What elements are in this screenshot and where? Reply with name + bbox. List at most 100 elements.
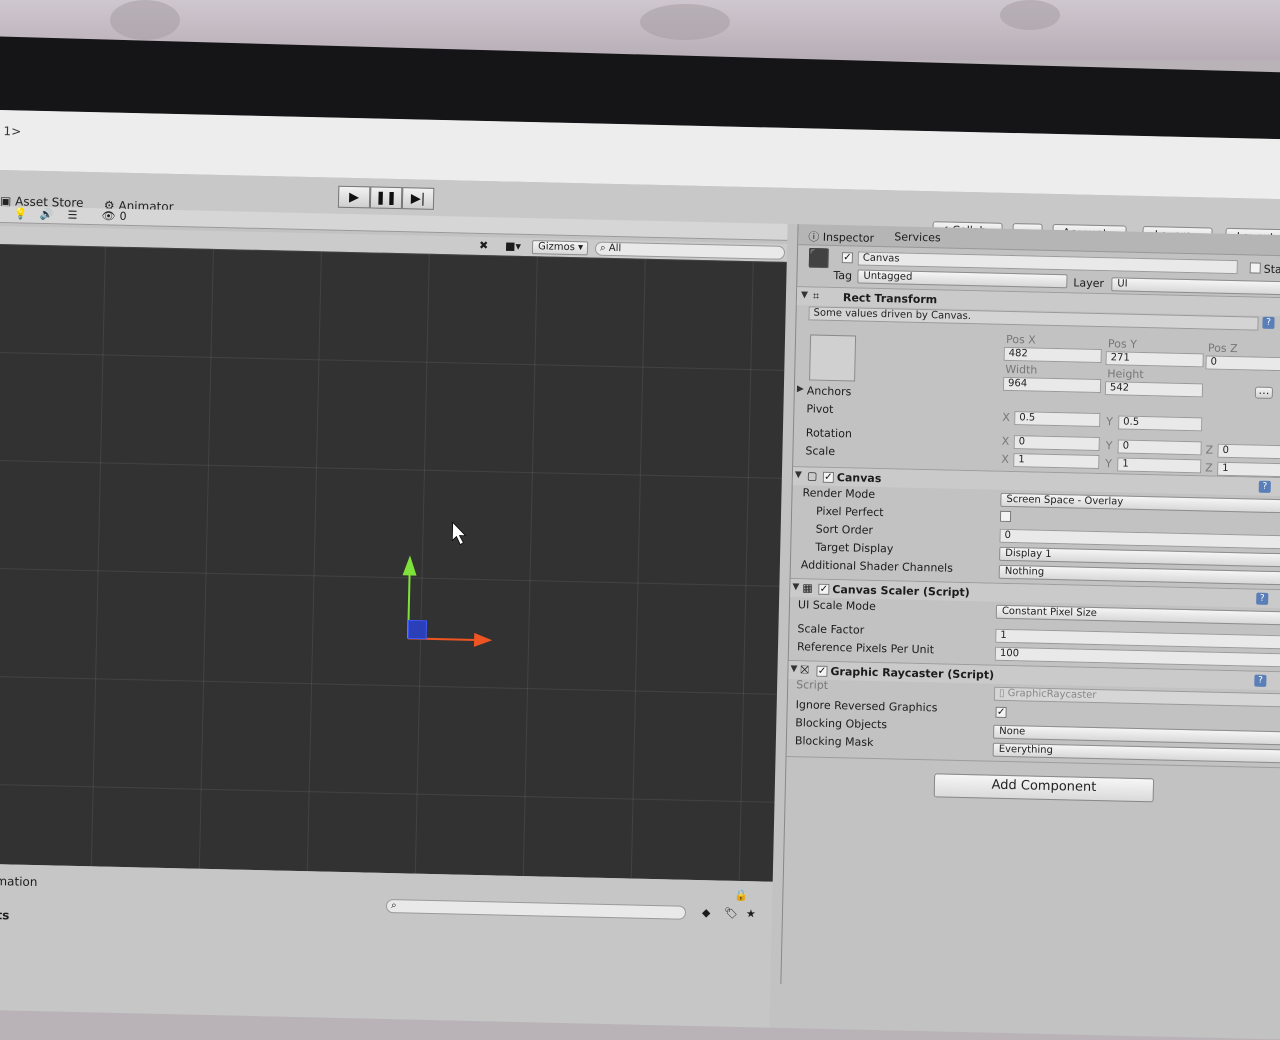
ref-ppu-field[interactable]: 100 <box>994 646 1280 668</box>
collapse-triangle-icon[interactable]: ▼ <box>792 582 799 592</box>
tab-animation[interactable]: nimation <box>0 874 38 889</box>
sort-order-field[interactable]: 0 <box>999 528 1280 550</box>
width-label: Width <box>1005 362 1038 377</box>
pixel-perfect-checkbox[interactable] <box>999 510 1012 523</box>
canvas-scaler-enabled-checkbox[interactable]: ✓ <box>818 583 830 595</box>
rotation-z-field[interactable]: 0 <box>1217 443 1280 460</box>
script-label: Script <box>796 678 829 692</box>
canvas-component-title: Canvas <box>836 471 882 486</box>
ui-scale-mode-dropdown[interactable]: Constant Pixel Size <box>995 604 1280 626</box>
ui-scale-mode-value: Constant Pixel Size <box>1001 605 1097 620</box>
filter-type-icon[interactable]: ◆ <box>702 906 711 919</box>
anchor-preset-box[interactable] <box>809 334 857 382</box>
tools-icon[interactable]: ✖ <box>479 239 489 252</box>
step-button[interactable]: ▶| <box>401 187 435 210</box>
active-checkbox[interactable]: ✓ <box>841 252 853 264</box>
search-icon: ⌕ <box>390 900 397 912</box>
project-search-input[interactable]: ⌕ <box>385 898 687 920</box>
tag-dropdown[interactable]: Untagged <box>857 269 1068 289</box>
anchors-label[interactable]: Anchors <box>807 384 852 398</box>
graphic-raycaster-enabled-checkbox[interactable]: ✓ <box>816 665 828 677</box>
collapse-triangle-icon[interactable]: ▼ <box>795 470 802 480</box>
help-icon[interactable]: ? <box>1254 674 1267 687</box>
scene-view[interactable] <box>0 243 787 882</box>
transform-gizmo[interactable] <box>0 244 787 882</box>
y-axis-arrow[interactable] <box>402 555 417 576</box>
pivot-x-field[interactable]: 0.5 <box>1014 411 1101 428</box>
raw-edit-button[interactable]: ⋯ <box>1254 386 1274 399</box>
star-icon[interactable]: ★ <box>746 907 756 920</box>
rotation-label: Rotation <box>805 426 853 441</box>
layer-value: UI <box>1117 278 1128 290</box>
pause-button[interactable]: ❚❚ <box>369 186 403 210</box>
add-component-button[interactable]: Add Component <box>933 773 1155 803</box>
anchors-expand-icon[interactable]: ▶ <box>797 384 804 394</box>
rect-transform-icon: ⌗ <box>812 289 820 303</box>
effects-icon[interactable]: ☰ <box>67 209 77 222</box>
target-display-value: Display 1 <box>1005 547 1052 560</box>
tab-services[interactable]: Services <box>894 230 941 244</box>
audio-icon[interactable]: 🔊 <box>39 208 53 221</box>
tab-inspector-label: Inspector <box>822 230 875 245</box>
width-field[interactable]: 964 <box>1002 376 1102 394</box>
script-field[interactable]: ▯ GraphicRaycaster <box>993 686 1280 708</box>
script-value: GraphicRaycaster <box>1007 688 1097 702</box>
tab-inspector[interactable]: ⓘ Inspector <box>808 228 874 245</box>
help-icon[interactable]: ? <box>1256 592 1269 605</box>
scene-search-input[interactable]: ⌕ All <box>594 241 786 260</box>
bottom-panel: nimation ⌕ 🔒 ◆ 🏷 ★ ipts <box>0 863 773 1040</box>
scale-label: Scale <box>805 444 836 459</box>
ref-ppu-label: Reference Pixels Per Unit <box>796 640 935 657</box>
gizmos-label: Gizmos <box>537 241 576 254</box>
pause-icon: ❚❚ <box>375 190 398 206</box>
ui-scale-mode-label: UI Scale Mode <box>797 598 876 613</box>
lock-icon[interactable]: 🔒 <box>734 889 748 902</box>
shader-channels-dropdown[interactable]: Nothing <box>998 564 1280 586</box>
wallpaper-flower <box>1000 0 1060 30</box>
search-icon: ⌕ <box>599 242 606 254</box>
camera-icon[interactable]: ■▾ <box>505 239 521 252</box>
scripts-folder-label[interactable]: ipts <box>0 908 9 923</box>
height-field[interactable]: 542 <box>1104 381 1204 398</box>
target-display-label: Target Display <box>815 540 894 556</box>
scale-x-field[interactable]: 1 <box>1013 453 1100 470</box>
static-checkbox[interactable] <box>1249 262 1261 274</box>
pivot-y-field[interactable]: 0.5 <box>1118 415 1203 432</box>
gameobject-cube-icon: ⬛ <box>807 248 831 270</box>
render-mode-dropdown[interactable]: Screen Space - Overlay <box>1000 492 1280 514</box>
lightbulb-icon[interactable]: 💡 <box>14 207 28 220</box>
script-icon: ▦ <box>802 581 813 595</box>
render-mode-label: Render Mode <box>802 486 876 501</box>
mouse-cursor-icon <box>451 521 467 546</box>
pos-x-field[interactable]: 482 <box>1003 346 1102 364</box>
layer-dropdown[interactable]: UI <box>1111 277 1280 296</box>
scale-y-field[interactable]: 1 <box>1117 457 1202 474</box>
tag-icon[interactable]: 🏷 <box>724 907 738 920</box>
gizmos-dropdown[interactable]: Gizmos ▾ <box>531 240 589 256</box>
hidden-count: 0 <box>119 209 127 223</box>
pos-y-label: Pos Y <box>1107 337 1138 351</box>
x-axis-arrow[interactable] <box>473 632 493 647</box>
ignore-reversed-checkbox[interactable]: ✓ <box>995 706 1007 718</box>
blocking-mask-dropdown[interactable]: Everything <box>992 742 1280 764</box>
pos-y-field[interactable]: 271 <box>1105 351 1204 368</box>
static-label: Sta <box>1263 262 1280 277</box>
graphic-raycaster-title: Graphic Raycaster (Script) <box>830 664 995 682</box>
help-icon[interactable]: ? <box>1258 480 1271 493</box>
help-icon[interactable]: ? <box>1262 316 1275 329</box>
rotation-x-field[interactable]: 0 <box>1013 435 1100 452</box>
rotation-y-field[interactable]: 0 <box>1117 439 1202 456</box>
playback-controls: ▶ ❚❚ ▶| <box>337 185 435 210</box>
render-mode-value: Screen Space - Overlay <box>1006 493 1124 508</box>
pos-z-field[interactable]: 0 <box>1205 355 1280 372</box>
blocking-objects-dropdown[interactable]: None <box>992 724 1280 746</box>
play-button[interactable]: ▶ <box>337 185 371 209</box>
xy-plane-handle[interactable] <box>407 619 428 640</box>
canvas-enabled-checkbox[interactable]: ✓ <box>822 471 835 484</box>
shader-channels-label: Additional Shader Channels <box>800 558 954 575</box>
scale-factor-field[interactable]: 1 <box>995 628 1280 650</box>
collapse-triangle-icon[interactable]: ▼ <box>790 664 797 674</box>
scale-x-axis: X <box>1001 452 1010 466</box>
collapse-triangle-icon[interactable]: ▼ <box>801 290 808 300</box>
target-display-dropdown[interactable]: Display 1 <box>999 546 1280 568</box>
